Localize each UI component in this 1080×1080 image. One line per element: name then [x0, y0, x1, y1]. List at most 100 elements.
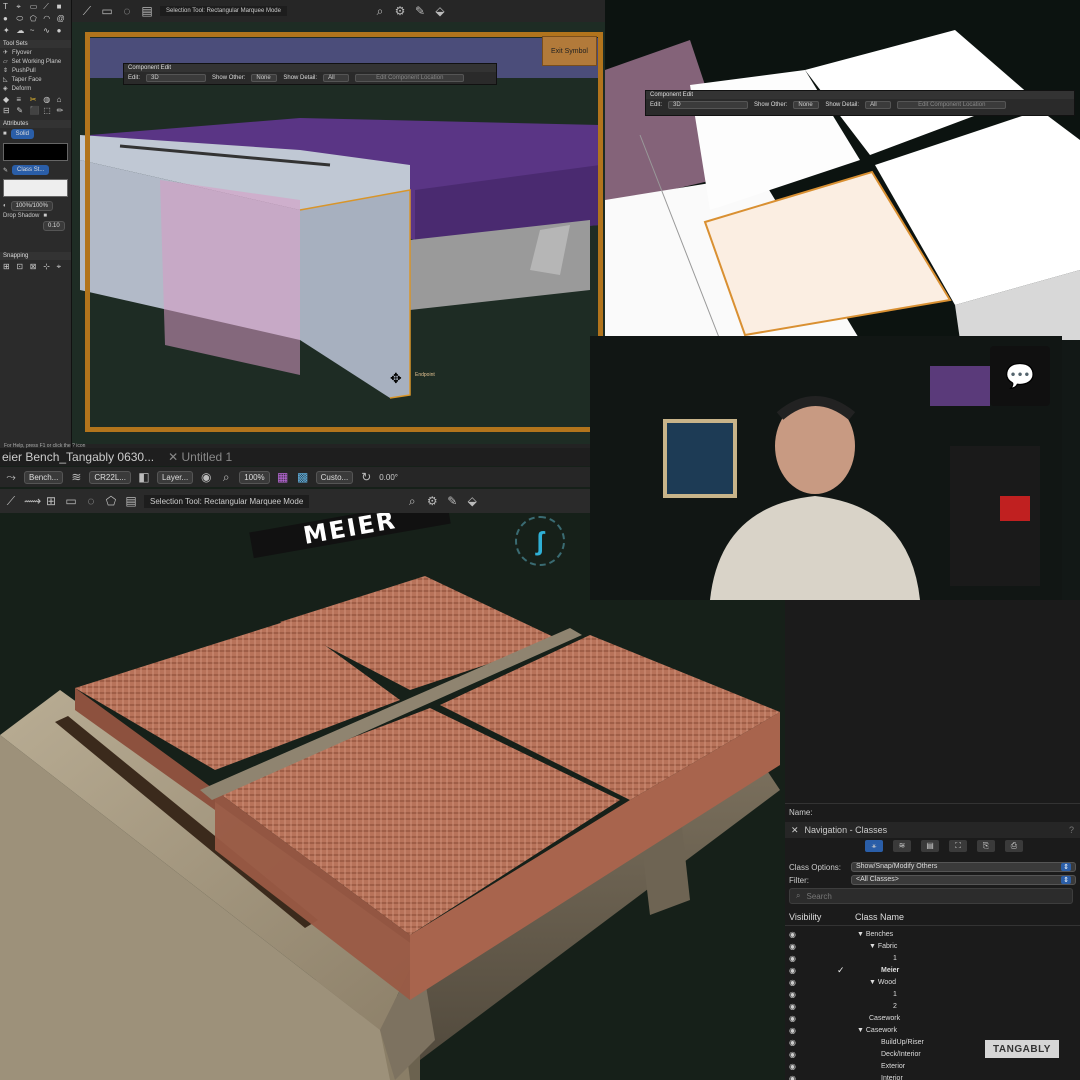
show-other-dropdown[interactable]: None	[251, 74, 278, 82]
visibility-eye-icon[interactable]: ◉	[789, 1050, 796, 1059]
tool-icon[interactable]: ◍	[43, 95, 54, 104]
drop-shadow-row[interactable]: Drop Shadow ■	[0, 212, 71, 220]
gear-icon[interactable]: ⚙	[425, 494, 439, 508]
rotation-icon[interactable]: ↻	[359, 470, 373, 484]
rect-tool-icon[interactable]: ▭	[30, 2, 41, 12]
camera-icon[interactable]: ◉	[199, 470, 213, 484]
zoom-field[interactable]: 100%	[239, 470, 270, 484]
snap-icon[interactable]: ⊞	[3, 262, 14, 272]
visibility-eye-icon[interactable]: ◉	[789, 1002, 796, 1011]
fill-icon[interactable]: ■	[57, 2, 68, 12]
tool-icon[interactable]: ◆	[3, 95, 14, 104]
bucket-icon[interactable]: ⬙	[433, 4, 447, 18]
class-row[interactable]: ◉ ▼ Casework	[785, 1024, 1080, 1036]
layers-icon[interactable]: ≋	[69, 470, 83, 484]
line-mode-icon[interactable]: ⟋	[80, 4, 94, 18]
callout-icon[interactable]: ⌖	[16, 2, 27, 12]
tool-icon[interactable]: ≡	[16, 95, 27, 104]
class-row[interactable]: ◉ Exterior	[785, 1060, 1080, 1072]
show-detail-dropdown[interactable]: All	[323, 74, 350, 82]
edit-dropdown[interactable]: 3D	[146, 74, 207, 82]
exit-symbol-button[interactable]: Exit Symbol	[542, 36, 597, 66]
sheets-tab-icon[interactable]: ▤	[921, 840, 939, 852]
bezier-icon[interactable]: ∿	[43, 26, 54, 35]
poly-tool-icon[interactable]: ⬠	[30, 14, 41, 24]
class-options-dropdown[interactable]: Show/Snap/Modify Others ⇕	[851, 862, 1076, 872]
col-visibility[interactable]: Visibility	[789, 912, 821, 922]
tool-icon[interactable]: ⊟	[3, 106, 14, 115]
texture-icon[interactable]: ▩	[296, 470, 310, 484]
visibility-eye-icon[interactable]: ◉	[789, 978, 796, 987]
snap-icon[interactable]: ⊡	[16, 262, 27, 272]
search-input[interactable]: ⌕ Search	[789, 888, 1073, 904]
custom-view-dropdown[interactable]: Custo...	[315, 470, 354, 484]
tool-pushpull[interactable]: ⇕ PushPull	[0, 66, 71, 75]
show-detail-dropdown[interactable]: All	[865, 101, 892, 109]
disclosure-triangle-icon[interactable]: ▼	[869, 943, 878, 950]
dot-icon[interactable]: ●	[57, 26, 68, 35]
visibility-eye-icon[interactable]: ◉	[789, 942, 796, 951]
class-row[interactable]: ◉ Interior	[785, 1072, 1080, 1080]
close-panel-icon[interactable]: ✕	[791, 825, 799, 836]
class-row[interactable]: ◉ ▼ Fabric	[785, 940, 1080, 952]
gear-icon[interactable]: ⚙	[393, 4, 407, 18]
rect-marquee-icon[interactable]: ▭	[64, 494, 78, 508]
shadow-toggle-icon[interactable]: ■	[43, 213, 47, 219]
class-dropdown[interactable]: Bench...	[24, 470, 64, 484]
bucket-icon[interactable]: ⬙	[465, 494, 479, 508]
star-icon[interactable]: ✦	[3, 26, 14, 35]
visibility-eye-icon[interactable]: ◉	[789, 954, 796, 963]
grid-select-icon[interactable]: ⊞	[44, 494, 58, 508]
visibility-eye-icon[interactable]: ◉	[789, 1014, 796, 1023]
polygon-select-icon[interactable]: ⬠	[104, 494, 118, 508]
circle-tool-icon[interactable]: ●	[3, 14, 14, 24]
tab-active-document[interactable]: eier Bench_Tangably 0630...	[2, 450, 154, 464]
snap-icon[interactable]: ⌖	[57, 262, 68, 272]
visibility-eye-icon[interactable]: ◉	[789, 966, 796, 975]
tool-flyover[interactable]: ✈ Flyover	[0, 48, 71, 57]
snap-icon[interactable]: ⊹	[43, 262, 54, 272]
pen-style-dropdown[interactable]: Class St...	[12, 165, 50, 175]
props-icon[interactable]: ▤	[140, 4, 154, 18]
tool-icon[interactable]: ✏	[57, 106, 68, 115]
tool-icon[interactable]: ⬚	[43, 106, 54, 115]
snap-icon[interactable]: ⊠	[30, 262, 41, 272]
freehand-icon[interactable]: ~	[30, 26, 41, 35]
lasso-icon[interactable]: ◌	[120, 4, 134, 18]
angle-field[interactable]: 0.00°	[379, 473, 398, 482]
rect-marquee-icon[interactable]: ▭	[100, 4, 114, 18]
fill-color-swatch[interactable]	[3, 143, 68, 161]
disclosure-triangle-icon[interactable]: ▼	[869, 979, 878, 986]
pen-icon[interactable]: ✎	[413, 4, 427, 18]
search-tool-icon[interactable]: ⌕	[405, 494, 419, 508]
tool-set-working-plane[interactable]: ▱ Set Working Plane	[0, 57, 71, 66]
close-tab-icon[interactable]: ✕	[168, 450, 181, 464]
tool-deform[interactable]: ◈ Deform	[0, 84, 71, 93]
disclosure-triangle-icon[interactable]: ▼	[857, 931, 866, 938]
lasso-icon[interactable]: ◌	[84, 494, 98, 508]
visibility-eye-icon[interactable]: ◉	[789, 990, 796, 999]
spiral-icon[interactable]: @	[57, 14, 68, 24]
pen-color-swatch[interactable]	[3, 179, 68, 197]
line-mode-icon[interactable]: ⟋	[4, 494, 18, 508]
symbols-tab-icon[interactable]: ⎙	[1005, 840, 1023, 852]
class-row[interactable]: ◉ ✓ Meier	[785, 964, 1080, 976]
arc-tool-icon[interactable]: ◠	[43, 14, 54, 24]
top-right-white-render[interactable]: Component Edit Edit: 3D Show Other: None…	[605, 0, 1080, 340]
tool-icon[interactable]: ✎	[16, 106, 27, 115]
visibility-eye-icon[interactable]: ◉	[789, 1026, 796, 1035]
edit-dropdown[interactable]: 3D	[668, 101, 749, 109]
tool-icon[interactable]: ⌂	[57, 95, 68, 104]
chat-icon[interactable]: 💬	[990, 346, 1050, 406]
line-tool-icon[interactable]: ⟋	[43, 2, 54, 12]
props-icon[interactable]: ▤	[124, 494, 138, 508]
visibility-eye-icon[interactable]: ◉	[789, 1038, 796, 1047]
classes-tab-icon[interactable]: ⚹	[865, 840, 883, 852]
edit-component-location-button[interactable]: Edit Component Location	[897, 101, 1007, 109]
class-row[interactable]: ◉ 1	[785, 952, 1080, 964]
col-class-name[interactable]: Class Name	[855, 912, 904, 922]
search-tool-icon[interactable]: ⌕	[373, 4, 387, 18]
oval-tool-icon[interactable]: ⬭	[16, 14, 27, 24]
visibility-eye-icon[interactable]: ◉	[789, 1074, 796, 1080]
visibility-eye-icon[interactable]: ◉	[789, 1062, 796, 1071]
